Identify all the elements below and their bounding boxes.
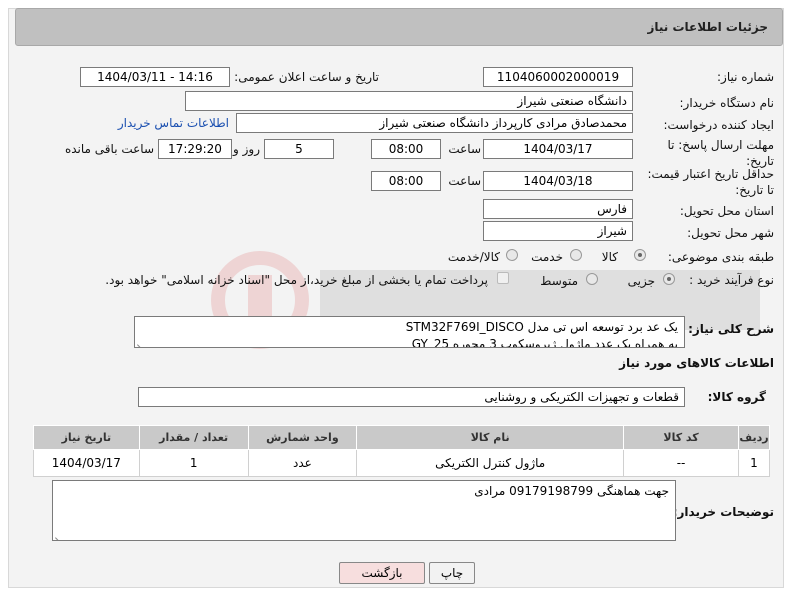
- process-medium-label: متوسط: [540, 274, 578, 288]
- requester-field: محمدصادق مرادی کارپرداز دانشگاه صنعتی شی…: [236, 113, 633, 133]
- treasury-note: پرداخت تمام یا بخشی از مبلغ خرید،از محل …: [105, 273, 488, 287]
- price-validity-time-label: ساعت: [448, 174, 481, 188]
- buyer-org-field: دانشگاه صنعتی شیراز: [185, 91, 633, 111]
- price-validity-time-field: 08:00: [371, 171, 441, 191]
- province-field: فارس: [483, 199, 633, 219]
- table-header-row: ردیف کد کالا نام کالا واحد شمارش تعداد /…: [33, 425, 770, 450]
- page-header: جزئیات اطلاعات نیاز: [15, 8, 783, 46]
- category-goods-service-radio[interactable]: [506, 249, 518, 261]
- city-field: شیراز: [483, 221, 633, 241]
- category-service-radio[interactable]: [570, 249, 582, 261]
- category-goods-label: کالا: [601, 250, 618, 264]
- deadline-days-field: 5: [264, 139, 334, 159]
- buyer-notes-text: جهت هماهنگی 09179198799 مرادی: [474, 484, 669, 498]
- cell-need-date: 1404/03/17: [33, 449, 140, 477]
- cell-item-name: ماژول کنترل الکتریکی: [356, 449, 625, 477]
- description-line-1: یک عد برد توسعه اس تی مدل STM32F769I_DIS…: [405, 320, 678, 334]
- price-validity-date-field: 1404/03/18: [483, 171, 633, 191]
- announce-field: 1404/03/11 - 14:16: [80, 67, 230, 87]
- category-label: طبقه بندی موضوعی:: [667, 250, 774, 264]
- cell-unit: عدد: [247, 449, 358, 477]
- resize-grip-icon[interactable]: [137, 337, 145, 345]
- buyer-contact-link[interactable]: اطلاعات تماس خریدار: [118, 116, 229, 130]
- goods-group-label: گروه کالا:: [707, 390, 766, 404]
- days-label: روز و: [233, 142, 260, 156]
- buyer-org-label: نام دستگاه خریدار:: [679, 96, 775, 110]
- col-unit: واحد شمارش: [247, 425, 358, 450]
- deadline-date-field: 1404/03/17: [483, 139, 633, 159]
- process-minor-label: جزیی: [627, 274, 655, 288]
- remaining-label: ساعت باقی مانده: [64, 142, 154, 156]
- col-need-date: تاریخ نیاز: [33, 425, 140, 450]
- province-label: استان محل تحویل:: [679, 204, 774, 218]
- col-row-number: ردیف: [738, 425, 770, 450]
- cell-quantity: 1: [138, 449, 249, 477]
- description-label: شرح کلی نیاز:: [688, 322, 774, 336]
- category-service-label: خدمت: [531, 250, 563, 264]
- cell-row-number: 1: [738, 449, 770, 477]
- buyer-notes-textarea: جهت هماهنگی 09179198799 مرادی: [52, 480, 676, 541]
- print-button[interactable]: چاپ: [429, 562, 475, 584]
- price-validity-label: حداقل تاریخ اعتبار قیمت: تا تاریخ:: [647, 167, 774, 197]
- description-line-2: به همراه یک عدد ماژول ژیروسکوپ 3 محوره G…: [411, 337, 678, 348]
- cell-item-code: --: [623, 449, 739, 477]
- items-table: ردیف کد کالا نام کالا واحد شمارش تعداد /…: [33, 425, 770, 477]
- remaining-time-field: 17:29:20: [158, 139, 232, 159]
- col-item-code: کد کالا: [623, 425, 739, 450]
- goods-group-field: قطعات و تجهیزات الکتریکی و روشنایی: [138, 387, 685, 407]
- need-number-field: 1104060002000019: [483, 67, 633, 87]
- requester-label: ایجاد کننده درخواست:: [663, 118, 774, 132]
- table-row: 1 -- ماژول کنترل الکتریکی عدد 1 1404/03/…: [33, 449, 770, 477]
- col-item-name: نام کالا: [356, 425, 625, 450]
- category-goods-service-label: کالا/خدمت: [447, 250, 500, 264]
- goods-info-title: اطلاعات کالاهای مورد نیاز: [619, 356, 774, 370]
- resize-grip-icon[interactable]: [55, 530, 63, 538]
- process-medium-radio[interactable]: [586, 273, 598, 285]
- back-button[interactable]: بازگشت: [339, 562, 425, 584]
- process-minor-radio[interactable]: [663, 273, 675, 285]
- deadline-time-label: ساعت: [448, 142, 481, 156]
- deadline-label: مهلت ارسال پاسخ: تا تاریخ:: [667, 138, 774, 168]
- buyer-notes-label: توضیحات خریدار:: [672, 505, 774, 519]
- category-goods-radio[interactable]: [634, 249, 646, 261]
- page-title: جزئیات اطلاعات نیاز: [647, 20, 768, 34]
- city-label: شهر محل تحویل:: [687, 226, 774, 240]
- need-number-label: شماره نیاز:: [717, 70, 774, 84]
- announce-label: تاریخ و ساعت اعلان عمومی:: [234, 70, 379, 84]
- process-label: نوع فرآیند خرید :: [689, 273, 774, 287]
- deadline-time-field: 08:00: [371, 139, 441, 159]
- treasury-checkbox[interactable]: [497, 272, 509, 284]
- description-textarea: یک عد برد توسعه اس تی مدل STM32F769I_DIS…: [134, 316, 685, 348]
- col-quantity: تعداد / مقدار: [138, 425, 249, 450]
